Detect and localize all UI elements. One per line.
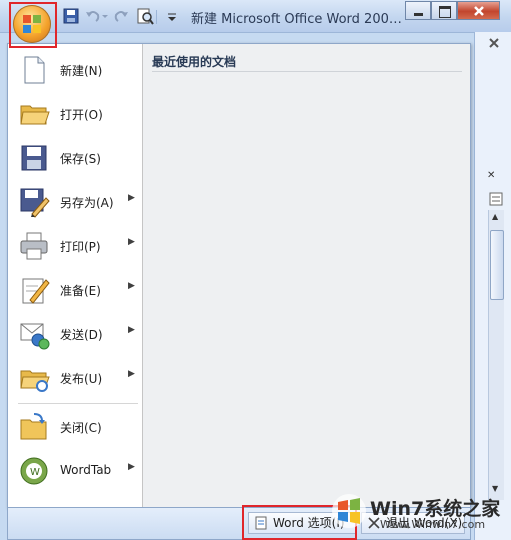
menu-item-label: 打印(P) — [60, 240, 101, 254]
submenu-arrow-icon: ▶ — [128, 193, 135, 203]
ribbon-close-icon[interactable] — [489, 38, 499, 48]
submenu-arrow-icon: ▶ — [128, 281, 135, 291]
menu-item-label: 发布(U) — [60, 372, 103, 386]
menu-separator — [18, 403, 138, 404]
close-icon — [474, 6, 484, 16]
menu-item-label: 保存(S) — [60, 152, 101, 166]
view-ruler-icon[interactable] — [489, 192, 503, 206]
scrollbar-thumb[interactable] — [490, 230, 504, 300]
save-icon[interactable] — [62, 7, 80, 25]
watermark-text: Win7系统之家 — [370, 498, 501, 520]
qat-separator — [156, 10, 157, 24]
close-folder-icon — [20, 413, 47, 440]
minimize-icon — [414, 13, 423, 16]
menu-item-label: 新建(N) — [60, 64, 103, 78]
menu-item-label: WordTab — [60, 463, 112, 477]
menu-item-open[interactable]: 打开(O) — [10, 93, 140, 135]
prepare-icon — [22, 278, 50, 304]
watermark-url: Www.Winwin7.com — [380, 518, 486, 531]
window-title: 新建 Microsoft Office Word 200… — [191, 12, 402, 27]
save-disk-icon — [21, 145, 47, 171]
office-button-highlight — [9, 2, 57, 48]
menu-item-publish[interactable]: 发布(U) ▶ — [10, 357, 140, 399]
title-bar: 新建 Microsoft Office Word 200… — [0, 0, 511, 33]
scroll-up-icon[interactable]: ▲ — [492, 212, 498, 221]
submenu-arrow-icon: ▶ — [128, 369, 135, 379]
undo-dropdown-icon[interactable] — [100, 7, 110, 25]
menu-item-save-as[interactable]: 另存为(A) ▶ — [10, 181, 140, 223]
minimize-button[interactable] — [405, 1, 431, 20]
submenu-arrow-icon: ▶ — [128, 462, 135, 472]
save-as-icon — [20, 188, 50, 218]
print-preview-icon[interactable] — [136, 7, 154, 25]
maximize-button[interactable] — [431, 1, 457, 20]
menu-item-print[interactable]: 打印(P) ▶ — [10, 225, 140, 267]
recent-title-divider — [152, 71, 462, 72]
svg-text:W: W — [30, 467, 40, 478]
menu-item-close[interactable]: 关闭(C) — [10, 406, 140, 448]
menu-item-new[interactable]: 新建(N) — [10, 49, 140, 91]
document-scroll-area: ✕ ▲ ▼ ⏶ — [474, 32, 511, 540]
open-folder-icon — [20, 105, 50, 125]
office-menu: 新建(N) 打开(O) 保存(S) 另存为(A) ▶ 打印(P) ▶ 准备(E)… — [7, 43, 471, 508]
vertical-scrollbar[interactable]: ▲ ▼ — [488, 210, 504, 500]
menu-item-label: 关闭(C) — [60, 421, 102, 435]
menu-command-list: 新建(N) 打开(O) 保存(S) 另存为(A) ▶ 打印(P) ▶ 准备(E)… — [8, 44, 143, 507]
ribbon-collapse-icon[interactable]: ✕ — [487, 170, 495, 181]
redo-icon[interactable] — [112, 7, 130, 25]
menu-item-label: 准备(E) — [60, 284, 101, 298]
recent-documents-title: 最近使用的文档 — [152, 55, 237, 69]
watermark: Win7系统之家 Www.Winwin7.com — [322, 488, 511, 540]
submenu-arrow-icon: ▶ — [128, 237, 135, 247]
printer-icon — [20, 232, 48, 260]
maximize-icon — [439, 6, 451, 18]
submenu-arrow-icon: ▶ — [128, 325, 135, 335]
menu-item-label: 另存为(A) — [60, 196, 114, 210]
new-document-icon — [24, 56, 45, 84]
customize-qat-icon[interactable] — [166, 7, 178, 25]
menu-item-prepare[interactable]: 准备(E) ▶ — [10, 269, 140, 311]
menu-item-label: 发送(D) — [60, 328, 103, 342]
menu-item-save[interactable]: 保存(S) — [10, 137, 140, 179]
send-icon — [20, 323, 50, 350]
wordtab-icon: W — [20, 457, 48, 485]
recent-documents-panel: 最近使用的文档 — [143, 44, 470, 507]
menu-item-label: 打开(O) — [60, 108, 103, 122]
close-button[interactable] — [457, 1, 500, 20]
menu-item-send[interactable]: 发送(D) ▶ — [10, 313, 140, 355]
publish-icon — [20, 370, 50, 392]
windows-logo-icon — [332, 494, 366, 528]
menu-item-wordtab[interactable]: W WordTab ▶ — [10, 450, 140, 492]
